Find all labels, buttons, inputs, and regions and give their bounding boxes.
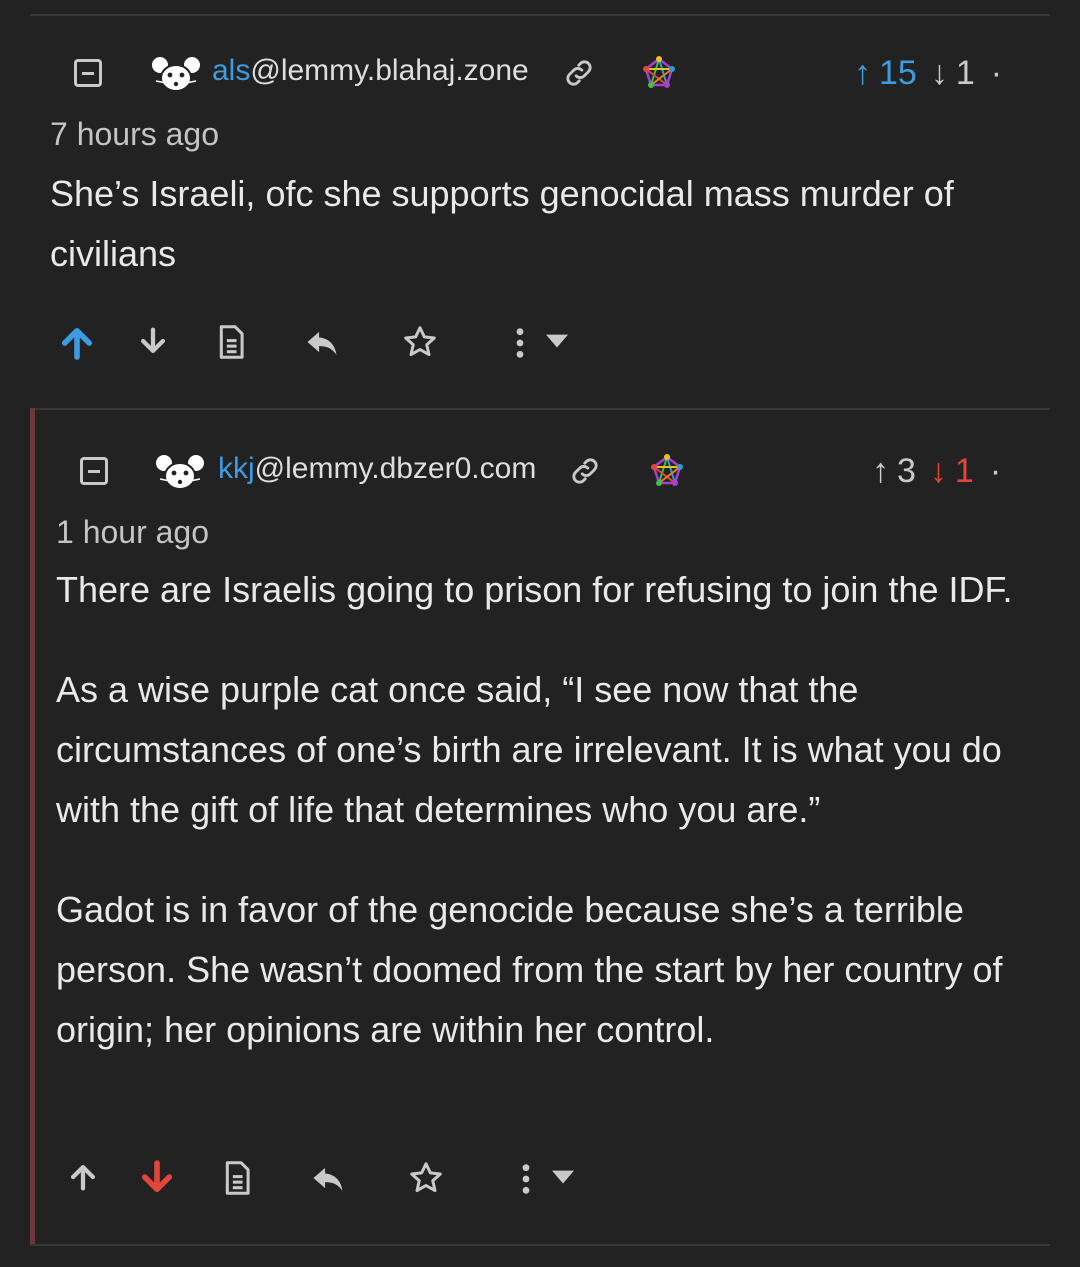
upvote-arrow-icon[interactable]: [56, 322, 98, 364]
instance-label: @lemmy.dbzer0.com: [254, 452, 537, 485]
link-icon[interactable]: [568, 454, 602, 488]
mouse-avatar-icon: [154, 453, 206, 490]
link-icon[interactable]: [562, 56, 596, 90]
comment-paragraph: Gadot is in favor of the genocide becaus…: [56, 889, 1003, 1050]
score-up-arrow-icon: ↑: [854, 53, 871, 92]
collapse-icon[interactable]: [74, 59, 102, 87]
comment-actions: [64, 1154, 664, 1204]
dot-separator: ·: [989, 451, 1002, 490]
comment-paragraph: As a wise purple cat once said, “I see n…: [56, 669, 1002, 830]
collapse-icon[interactable]: [80, 457, 108, 485]
thread-indent-bar[interactable]: [30, 408, 35, 1246]
mouse-avatar-icon: [150, 55, 202, 92]
star-icon[interactable]: [402, 324, 438, 360]
comment-paragraph: She’s Israeli, ofc she supports genocida…: [50, 173, 954, 274]
vote-score: ↑ 15 ↓ 1 ·: [854, 52, 1002, 94]
downvote-arrow-icon[interactable]: [136, 324, 170, 358]
comment-divider: [30, 408, 1050, 410]
upvote-count: 3: [897, 451, 916, 490]
fediverse-icon[interactable]: [650, 454, 684, 488]
comment-paragraph: There are Israelis going to prison for r…: [56, 569, 1013, 610]
reply-icon[interactable]: [310, 1162, 346, 1194]
top-divider: [30, 14, 1050, 16]
bottom-divider: [30, 1244, 1050, 1246]
score-down-arrow-icon: ↓: [929, 451, 947, 490]
comment-author[interactable]: kkj@lemmy.dbzer0.com: [218, 452, 536, 486]
score-up-arrow-icon: ↑: [872, 451, 889, 490]
comment-actions: [56, 318, 656, 368]
username-link[interactable]: kkj: [218, 452, 255, 485]
dot-separator: ·: [990, 53, 1003, 92]
comment-time: 7 hours ago: [50, 116, 220, 152]
document-icon[interactable]: [220, 1160, 254, 1196]
caret-down-icon[interactable]: [552, 1170, 574, 1186]
fediverse-icon[interactable]: [642, 56, 676, 90]
downvote-count: 1: [955, 53, 975, 92]
more-vertical-icon[interactable]: [514, 1162, 538, 1196]
score-down-arrow-icon: ↓: [930, 53, 948, 92]
instance-label: @lemmy.blahaj.zone: [250, 54, 529, 87]
caret-down-icon[interactable]: [546, 334, 568, 350]
upvote-count: 15: [879, 53, 917, 92]
username-link[interactable]: als: [212, 54, 250, 87]
document-icon[interactable]: [214, 324, 248, 360]
comment-body: There are Israelis going to prison for r…: [56, 560, 1056, 1100]
upvote-arrow-icon[interactable]: [66, 1160, 100, 1194]
comment-author[interactable]: als@lemmy.blahaj.zone: [212, 54, 529, 88]
comment-time: 1 hour ago: [56, 514, 210, 550]
more-vertical-icon[interactable]: [508, 326, 532, 360]
star-icon[interactable]: [408, 1160, 444, 1196]
downvote-count: 1: [954, 451, 974, 490]
downvote-arrow-icon[interactable]: [136, 1156, 178, 1198]
vote-score: ↑ 3 ↓ 1 ·: [872, 450, 1001, 492]
comment-body: She’s Israeli, ofc she supports genocida…: [50, 164, 1040, 324]
reply-icon[interactable]: [304, 326, 340, 358]
